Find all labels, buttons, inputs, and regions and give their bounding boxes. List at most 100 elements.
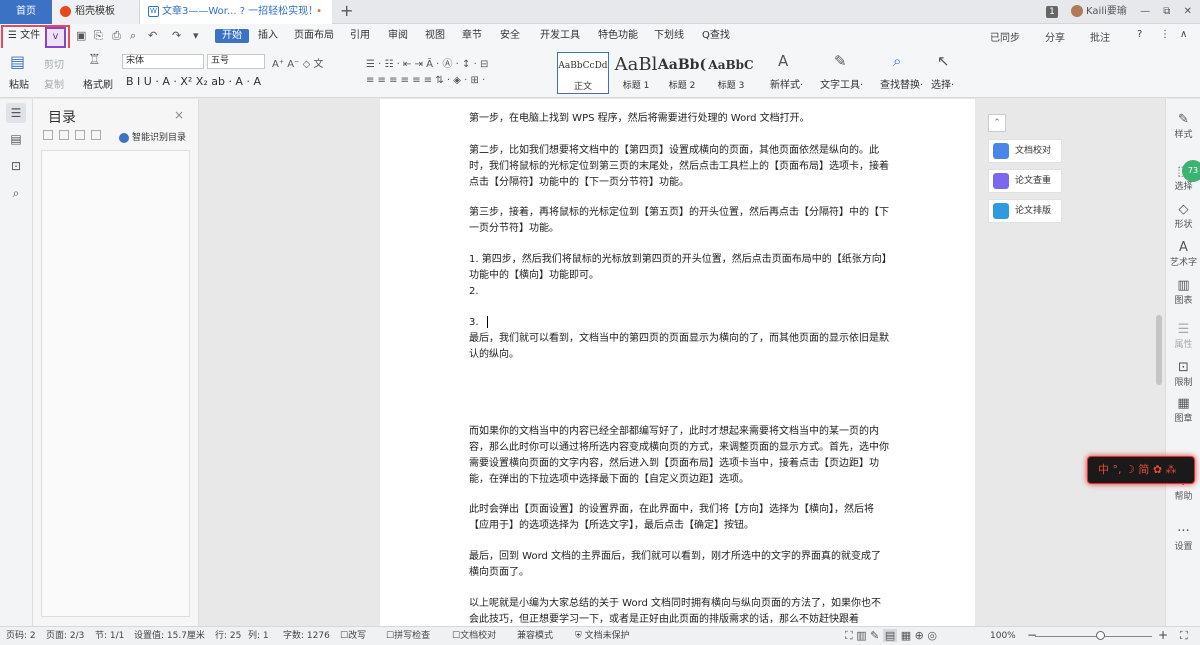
paragraph-8[interactable]: 以上呢就是小编为大家总结的关于 Word 文档同时拥有横向与纵向页面的方法了，如… — [469, 596, 891, 626]
plagiarism-check-button[interactable]: 论文查重 — [988, 169, 1062, 193]
spell-check-toggle[interactable]: ☐拼写检查 — [386, 627, 430, 645]
status-page-number[interactable]: 页码: 2 — [6, 627, 36, 645]
collapse-panel-button[interactable]: ⌃ — [988, 114, 1006, 132]
user-account[interactable]: Kaili要瑜 — [1071, 5, 1127, 17]
proofread-button[interactable]: 文档校对 — [988, 139, 1062, 163]
font-name-select[interactable]: 宋体 — [122, 54, 204, 69]
sidebar-item-restrict[interactable]: ⊡ 限制 — [1166, 361, 1200, 389]
tab-developer[interactable]: 开发工具 — [540, 29, 580, 43]
toc-list[interactable] — [41, 150, 190, 617]
performance-badge[interactable]: 73 — [1182, 160, 1200, 182]
tab-view[interactable]: 视图 — [425, 29, 445, 43]
zoom-slider[interactable] — [1035, 636, 1152, 637]
more-options-icon[interactable]: ⋮ — [1160, 29, 1170, 40]
comment-button[interactable]: 批注 — [1090, 29, 1110, 44]
sidebar-item-settings[interactable]: ··· 设置 — [1166, 525, 1200, 553]
cut-button[interactable]: 剪切 — [44, 56, 64, 71]
zoom-level[interactable]: 100% — [990, 627, 1016, 645]
style-heading3[interactable]: AaBbC 标题 3 — [705, 52, 757, 94]
bookmark-icon[interactable]: ⊡ — [6, 156, 26, 176]
tab-home[interactable]: 首页 — [0, 0, 52, 24]
status-word-count[interactable]: 字数: 1276 — [283, 627, 330, 645]
text-tools-button[interactable]: 文字工具· — [820, 76, 863, 91]
close-window-button[interactable]: ✕ — [1184, 6, 1192, 17]
alignment-tools[interactable]: ≡ ≡ ≡ ≡ ≡ ≡ ⇅ · ◈ · ⊞ · — [366, 75, 485, 86]
undo-icon[interactable]: ↶ — [148, 29, 157, 42]
status-setting-value[interactable]: 设置值: 15.7厘米 — [134, 627, 205, 645]
tab-start[interactable]: 开始 — [215, 29, 249, 43]
list-item-1[interactable]: 1. 第四步，然后我们将鼠标的光标放到第四页的开头位置，然后点击页面布局中的【纸… — [469, 252, 891, 284]
document-page[interactable]: 第一步，在电脑上找到 WPS 程序，然后将需要进行处理的 Word 文档打开。 … — [380, 99, 975, 626]
zoom-out-button[interactable]: − — [1027, 626, 1037, 644]
print-preview-icon[interactable]: ⌕ — [130, 29, 136, 43]
help-button[interactable]: ? — [1137, 29, 1142, 40]
collapse-ribbon-icon[interactable]: ∧ — [1180, 29, 1187, 40]
thesis-layout-button[interactable]: 论文排版 — [988, 199, 1062, 223]
new-tab-button[interactable]: + — [340, 1, 353, 20]
smart-toc-button[interactable]: 智能识别目录 — [119, 130, 186, 143]
chapter-icon[interactable]: ▤ — [6, 129, 26, 149]
copy-button[interactable]: 复制 — [44, 76, 64, 91]
format-painter-icon[interactable]: ⎘ — [94, 29, 103, 43]
new-style-button[interactable]: 新样式· — [770, 76, 803, 91]
file-dropdown-button[interactable]: v — [45, 27, 66, 48]
find-replace-button[interactable]: 查找替换· — [880, 76, 923, 91]
status-row[interactable]: 行: 25 — [215, 627, 241, 645]
sidebar-item-stamp[interactable]: ▦ 图章 — [1166, 397, 1200, 425]
vertical-scrollbar[interactable] — [1156, 315, 1162, 385]
fullscreen-icon[interactable]: ⛶ — [1180, 627, 1188, 645]
brush-icon[interactable]: ♖ — [88, 52, 101, 68]
view-mode-icons[interactable]: ⛶ ▥ ✎ ▤ ▦ ⊕ ◎ — [845, 627, 937, 645]
sidebar-item-shape[interactable]: ◇ 形状 — [1166, 203, 1200, 231]
font-size-select[interactable]: 五号 — [207, 54, 265, 69]
window-count-badge[interactable]: 1 — [1046, 6, 1058, 18]
share-button[interactable]: 分享 — [1045, 29, 1065, 44]
tab-security[interactable]: 安全 — [500, 29, 520, 43]
compatibility-mode[interactable]: 兼容模式 — [517, 627, 553, 645]
toc-remove-icon[interactable] — [91, 130, 101, 140]
paragraph-3[interactable]: 第三步，接着，再将鼠标的光标定位到【第五页】的开头位置，然后再点击【分隔符】中的… — [469, 205, 891, 237]
status-pages[interactable]: 页面: 2/3 — [46, 627, 84, 645]
overwrite-mode-toggle[interactable]: ☐改写 — [340, 627, 366, 645]
tab-template[interactable]: 稻壳模板 — [52, 0, 140, 24]
toc-close-button[interactable]: × — [174, 108, 184, 122]
tab-document[interactable]: W 文章3——Wor... ? 一招轻松实现！ • — [140, 0, 332, 24]
cursor-icon[interactable]: ↖ — [937, 52, 950, 70]
paragraph-4[interactable]: 最后，我们就可以看到，文档当中的第四页的页面显示为横向的了，而其他页面的显示依旧… — [469, 331, 891, 363]
zoom-slider-handle[interactable] — [1096, 631, 1105, 640]
status-section[interactable]: 节: 1/1 — [95, 627, 124, 645]
toc-collapse-icon[interactable] — [59, 130, 69, 140]
magnifier-icon[interactable]: ⌕ — [893, 52, 901, 70]
tab-page-layout[interactable]: 页面布局 — [294, 29, 334, 43]
font-size-tools[interactable]: A⁺ A⁻ ◇ 文 — [272, 55, 323, 70]
sync-button[interactable]: 已同步 — [990, 29, 1020, 44]
outline-icon[interactable]: ☰ — [6, 103, 26, 123]
list-item-2[interactable]: 2. — [469, 284, 891, 300]
tab-references[interactable]: 引用 — [350, 29, 370, 43]
tab-features[interactable]: 特色功能 — [598, 29, 638, 43]
save-icon[interactable]: ▣ — [76, 29, 86, 42]
more-icon[interactable]: ▾ — [193, 29, 199, 42]
search-icon[interactable]: ⌕ — [6, 183, 26, 203]
toc-expand-icon[interactable] — [43, 130, 53, 140]
list-tools[interactable]: ☰ · ☷ · ⇤ ⇥ Ā · Ⓐ · ↕ · ⊟ — [366, 55, 488, 70]
doc-proof-toggle[interactable]: ☐文档校对 — [452, 627, 496, 645]
style-heading2[interactable]: AaBb(标题 2 — [656, 52, 708, 94]
redo-icon[interactable]: ↷ — [172, 29, 181, 42]
sidebar-item-properties[interactable]: ☰ 属性 — [1166, 323, 1200, 351]
paragraph-2[interactable]: 第二步，比如我们想要将文档中的【第四页】设置成横向的页面，其他页面依然是纵向的。… — [469, 143, 891, 191]
tab-review[interactable]: 审阅 — [388, 29, 408, 43]
toc-add-icon[interactable] — [75, 130, 85, 140]
list-item-3[interactable]: 3. — [469, 315, 891, 331]
sidebar-item-chart[interactable]: ▥ 图表 — [1166, 279, 1200, 307]
paragraph-5[interactable]: 而如果你的文档当中的内容已经全部都编写好了，此时才想起来需要将文档当中的某一页的… — [469, 424, 891, 488]
paragraph-7[interactable]: 最后，回到 Word 文档的主界面后，我们就可以看到，刚才所选中的文字的界面真的… — [469, 549, 891, 581]
print-icon[interactable]: ⎙ — [112, 29, 121, 43]
doc-protection[interactable]: ⛨ 文档未保护 — [575, 627, 630, 645]
minimize-button[interactable]: — — [1140, 6, 1150, 17]
select-button[interactable]: 选择· — [931, 76, 954, 91]
new-style-icon[interactable]: A — [778, 52, 788, 70]
format-painter-button[interactable]: 格式刷 — [83, 76, 113, 91]
tab-chapter[interactable]: 章节 — [462, 29, 482, 43]
find-search[interactable]: Q查找 — [702, 29, 730, 43]
